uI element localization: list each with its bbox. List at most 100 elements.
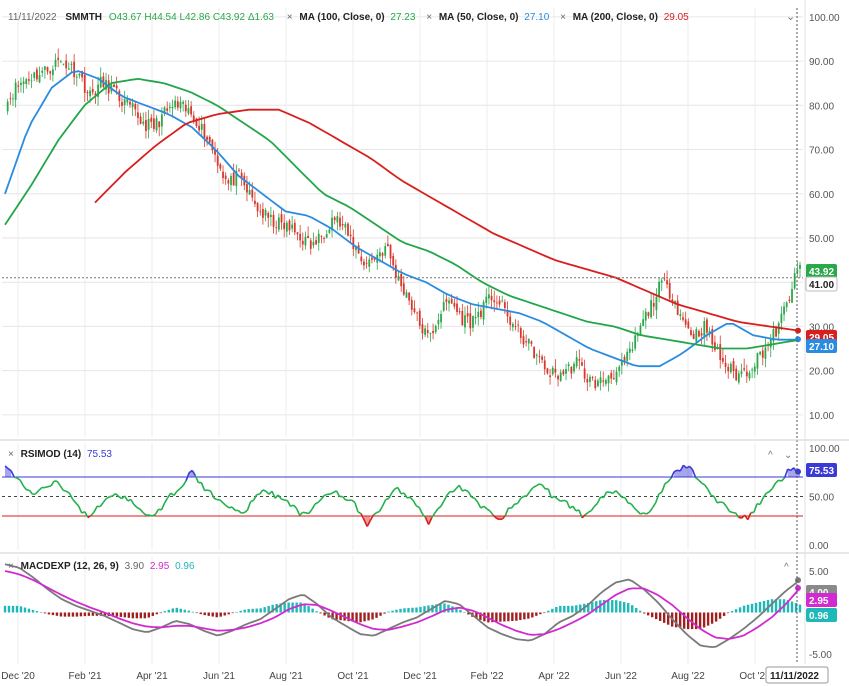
candle-body[interactable] [567, 364, 570, 367]
candle-body[interactable] [469, 313, 472, 329]
candle-body[interactable] [605, 380, 607, 384]
candle-body[interactable] [785, 302, 788, 308]
candle-body[interactable] [703, 321, 706, 337]
candle-body[interactable] [360, 256, 363, 262]
candle-body[interactable] [17, 85, 20, 87]
candle-body[interactable] [70, 63, 73, 65]
candle-body[interactable] [562, 370, 565, 375]
candle-body[interactable] [168, 106, 171, 109]
candle-body[interactable] [698, 330, 700, 337]
candle-body[interactable] [312, 241, 315, 246]
candle-body[interactable] [522, 336, 525, 345]
candle-body[interactable] [480, 310, 482, 318]
candle-body[interactable] [745, 371, 748, 377]
legend-remove-icon[interactable]: × [560, 12, 566, 23]
candle-body[interactable] [208, 136, 211, 143]
candle-body[interactable] [612, 378, 615, 380]
candle-body[interactable] [315, 240, 317, 245]
candle-body[interactable] [307, 235, 310, 238]
candle-body[interactable] [222, 171, 224, 179]
candle-body[interactable] [748, 372, 751, 379]
candle-body[interactable] [461, 310, 464, 326]
candle-body[interactable] [695, 329, 698, 342]
candle-body[interactable] [378, 252, 381, 257]
rsi-move-down-chevron-icon[interactable]: ⌄ [784, 450, 792, 461]
candle-body[interactable] [166, 108, 169, 111]
candle-body[interactable] [83, 74, 86, 93]
candle-body[interactable] [371, 257, 373, 260]
candle-body[interactable] [666, 280, 668, 285]
candle-body[interactable] [227, 180, 230, 184]
candle-body[interactable] [113, 84, 115, 88]
candle-body[interactable] [679, 314, 682, 317]
candle-body[interactable] [325, 234, 328, 238]
candle-body[interactable] [51, 69, 54, 76]
candle-body[interactable] [751, 369, 754, 371]
candle-body[interactable] [647, 312, 650, 316]
candle-body[interactable] [203, 123, 206, 139]
candle-body[interactable] [660, 280, 663, 283]
candle-body[interactable] [131, 103, 134, 108]
candle-body[interactable] [33, 72, 36, 79]
candle-body[interactable] [759, 351, 762, 355]
candle-body[interactable] [714, 342, 716, 351]
candle-body[interactable] [682, 317, 684, 320]
candle-body[interactable] [384, 246, 387, 256]
candle-body[interactable] [578, 359, 581, 361]
candle-body[interactable] [413, 308, 416, 312]
candle-body[interactable] [416, 312, 419, 314]
candle-body[interactable] [498, 300, 501, 305]
candle-body[interactable] [232, 172, 235, 186]
candle-body[interactable] [788, 299, 791, 301]
candle-body[interactable] [509, 316, 512, 325]
candle-body[interactable] [456, 303, 458, 313]
legend-remove-icon[interactable]: × [8, 449, 14, 460]
candle-body[interactable] [485, 296, 488, 304]
candle-body[interactable] [272, 214, 275, 227]
candle-body[interactable] [527, 338, 530, 344]
candle-body[interactable] [594, 379, 597, 389]
candle-body[interactable] [54, 59, 57, 67]
candle-body[interactable] [546, 368, 549, 374]
candle-body[interactable] [421, 324, 424, 334]
candle-body[interactable] [363, 261, 365, 266]
candle-body[interactable] [9, 98, 12, 100]
candle-body[interactable] [198, 125, 200, 131]
candle-body[interactable] [655, 296, 658, 311]
candle-body[interactable] [89, 90, 91, 97]
candle-body[interactable] [525, 341, 528, 343]
candle-body[interactable] [559, 372, 562, 381]
candle-body[interactable] [160, 114, 163, 127]
candle-body[interactable] [799, 264, 801, 269]
candle-body[interactable] [764, 347, 767, 359]
candle-body[interactable] [684, 319, 687, 325]
candle-body[interactable] [690, 330, 692, 335]
candle-body[interactable] [248, 190, 251, 195]
candle-body[interactable] [256, 202, 259, 212]
candle-body[interactable] [668, 282, 671, 299]
candle-body[interactable] [410, 299, 413, 310]
candle-body[interactable] [259, 211, 262, 213]
candle-body[interactable] [224, 175, 227, 180]
candle-body[interactable] [28, 79, 30, 81]
candle-body[interactable] [519, 328, 522, 338]
candle-body[interactable] [347, 223, 349, 236]
candle-body[interactable] [291, 224, 294, 229]
legend-remove-icon[interactable]: × [426, 12, 432, 23]
candle-body[interactable] [182, 101, 185, 104]
candle-body[interactable] [49, 71, 52, 74]
candle-body[interactable] [530, 341, 533, 344]
candle-body[interactable] [753, 366, 756, 372]
candle-body[interactable] [320, 235, 323, 237]
candle-body[interactable] [25, 79, 28, 85]
candle-body[interactable] [73, 61, 76, 78]
candle-body[interactable] [6, 101, 9, 112]
candle-body[interactable] [67, 68, 70, 70]
candle-body[interactable] [761, 350, 764, 358]
candle-body[interactable] [405, 292, 408, 298]
candle-body[interactable] [36, 69, 38, 80]
candle-body[interactable] [309, 240, 312, 249]
candle-body[interactable] [262, 208, 264, 218]
candle-body[interactable] [46, 67, 49, 72]
candle-body[interactable] [145, 120, 147, 132]
